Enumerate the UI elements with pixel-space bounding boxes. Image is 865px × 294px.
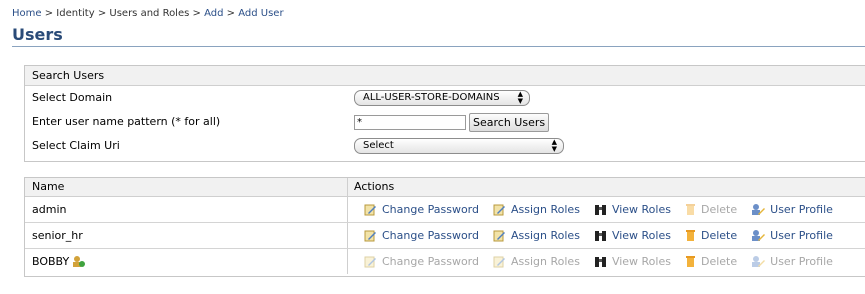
assign-roles-link[interactable]: Assign Roles	[493, 223, 580, 248]
user-name: senior_hr	[32, 229, 83, 242]
user-pattern-row: Enter user name pattern (* for all) * Se…	[25, 110, 865, 134]
change-password-link: Change Password	[364, 249, 479, 274]
user-name: admin	[32, 203, 67, 216]
user-profile-link[interactable]: User Profile	[751, 197, 833, 222]
column-actions: Actions	[354, 180, 395, 193]
user-profile-icon	[752, 230, 766, 241]
trash-icon	[685, 256, 695, 267]
edit-pencil-icon	[364, 230, 376, 242]
view-roles-link[interactable]: View Roles	[594, 197, 671, 222]
binoculars-icon	[594, 204, 606, 215]
select-domain-row: Select Domain ALL-USER-STORE-DOMAINS ▲ ▼	[25, 86, 865, 110]
user-name-cell: BOBBY	[32, 249, 86, 274]
domain-select[interactable]: ALL-USER-STORE-DOMAINS ▲ ▼	[354, 90, 530, 106]
view-roles-link: View Roles	[594, 249, 671, 274]
binoculars-icon	[594, 230, 606, 241]
table-row: senior_hr Change Password Assign Roles V…	[25, 223, 865, 249]
pending-user-icon	[73, 256, 86, 267]
breadcrumb-add-user[interactable]: Add User	[238, 8, 283, 19]
change-password-link[interactable]: Change Password	[364, 197, 479, 222]
breadcrumb-users-and-roles: Users and Roles	[109, 8, 190, 19]
user-pattern-input[interactable]: *	[354, 114, 466, 130]
edit-pencil-icon	[364, 204, 376, 216]
domain-select-value: ALL-USER-STORE-DOMAINS	[363, 92, 500, 103]
page-title: Users	[12, 25, 63, 44]
assign-roles-link: Assign Roles	[493, 249, 580, 274]
delete-link: Delete	[685, 249, 737, 274]
trash-icon	[685, 204, 695, 215]
claim-uri-select[interactable]: Select ▲ ▼	[354, 138, 564, 154]
search-users-button[interactable]: Search Users	[469, 112, 550, 132]
user-profile-link: User Profile	[751, 249, 833, 274]
select-claim-label: Select Claim Uri	[32, 139, 120, 152]
select-arrows-icon: ▲ ▼	[517, 90, 523, 105]
breadcrumb-add[interactable]: Add	[204, 8, 223, 19]
edit-pencil-icon	[493, 230, 505, 242]
title-divider	[12, 46, 865, 47]
breadcrumb: Home > Identity > Users and Roles > Add …	[12, 8, 284, 19]
users-table-header: Name Actions	[25, 178, 865, 197]
select-domain-label: Select Domain	[32, 91, 113, 104]
users-table: Name Actions admin Change Password Assig…	[24, 177, 865, 277]
delete-link[interactable]: Delete	[685, 223, 737, 248]
user-profile-icon	[752, 256, 766, 267]
delete-link: Delete	[685, 197, 737, 222]
table-row: BOBBY Change Password Assign Roles View …	[25, 249, 865, 274]
view-roles-link[interactable]: View Roles	[594, 223, 671, 248]
user-pattern-label: Enter user name pattern (* for all)	[32, 115, 221, 128]
column-name: Name	[32, 180, 65, 193]
user-profile-link[interactable]: User Profile	[751, 223, 833, 248]
breadcrumb-identity: Identity	[56, 8, 95, 19]
edit-pencil-icon	[493, 256, 505, 268]
table-row: admin Change Password Assign Roles View …	[25, 197, 865, 223]
search-users-header: Search Users	[25, 66, 865, 86]
breadcrumb-home[interactable]: Home	[12, 8, 42, 19]
edit-pencil-icon	[364, 256, 376, 268]
trash-icon	[685, 230, 695, 241]
claim-select-value: Select	[363, 140, 394, 151]
select-claim-row: Select Claim Uri Select ▲ ▼	[25, 134, 865, 158]
user-name: BOBBY	[32, 255, 70, 268]
assign-roles-link[interactable]: Assign Roles	[493, 197, 580, 222]
select-arrows-icon: ▲ ▼	[551, 138, 557, 153]
search-users-panel: Search Users Select Domain ALL-USER-STOR…	[24, 65, 865, 162]
change-password-link[interactable]: Change Password	[364, 223, 479, 248]
user-profile-icon	[752, 204, 766, 215]
edit-pencil-icon	[493, 204, 505, 216]
binoculars-icon	[594, 256, 606, 267]
